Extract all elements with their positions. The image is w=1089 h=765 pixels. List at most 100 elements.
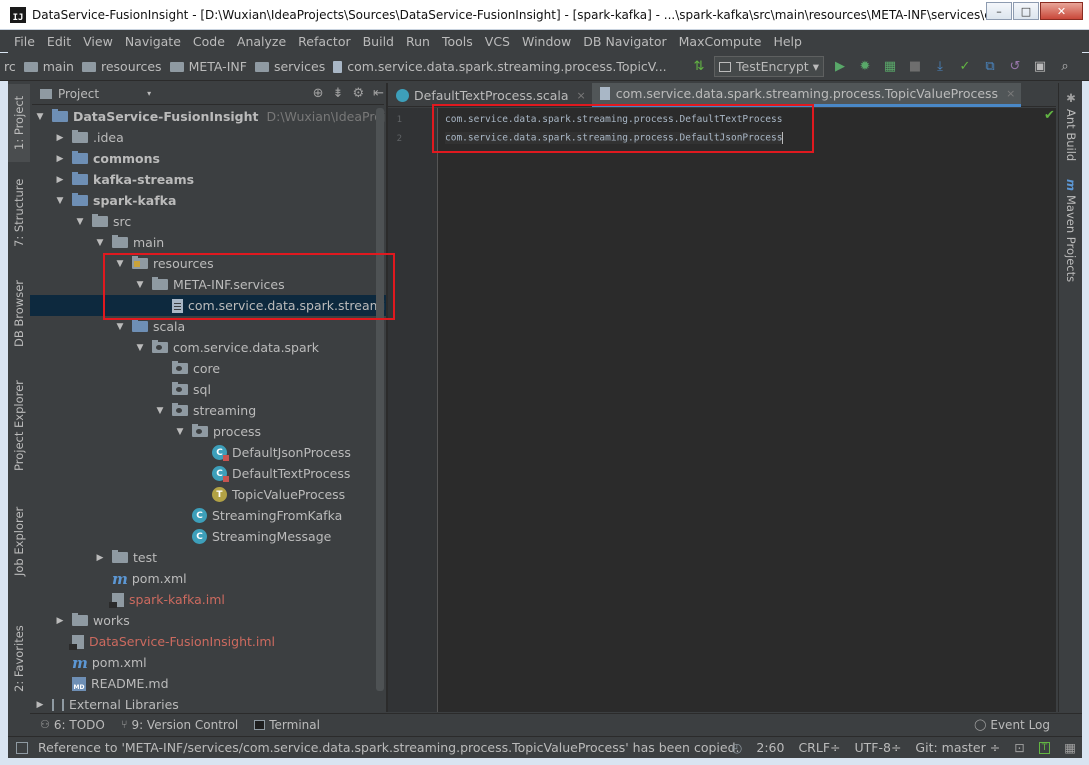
coverage-icon[interactable]: ▦ — [881, 58, 899, 76]
hide-panel-icon[interactable]: ⇤ — [373, 86, 384, 101]
tree-node[interactable]: ▼ com.service.data.spark — [30, 337, 319, 358]
notifications-icon[interactable]: ▦ — [1064, 740, 1076, 755]
memory-indicator-icon[interactable]: ◴ — [731, 740, 742, 755]
tree-node[interactable]: C DefaultTextProcess — [30, 463, 350, 484]
tree-node[interactable]: ▼ process — [30, 421, 261, 442]
run-icon[interactable]: ▶ — [831, 58, 849, 76]
chevron-down-icon[interactable]: ▾ — [147, 89, 151, 98]
tree-node[interactable]: MD README.md — [30, 673, 169, 694]
stop-icon[interactable]: ■ — [906, 58, 924, 76]
tree-node[interactable]: ▼ streaming — [30, 400, 256, 421]
menu-help[interactable]: Help — [767, 34, 808, 49]
tree-node[interactable]: ▶ External Libraries — [30, 694, 179, 712]
tree-node[interactable]: ▶ works — [30, 610, 130, 631]
menu-file[interactable]: File — [8, 34, 41, 49]
search-icon[interactable]: ⌕ — [1056, 58, 1074, 76]
tree-node[interactable]: ▶ .idea — [30, 127, 124, 148]
collapsed-arrow-icon[interactable]: ▶ — [94, 553, 106, 563]
tree-node[interactable]: C StreamingFromKafka — [30, 505, 342, 526]
collapsed-arrow-icon[interactable]: ▶ — [54, 133, 66, 143]
minimize-button[interactable]: – — [986, 2, 1012, 20]
tree-node[interactable]: m pom.xml — [30, 652, 147, 673]
expanded-arrow-icon[interactable]: ▼ — [154, 406, 166, 416]
tree-node[interactable]: m pom.xml — [30, 568, 187, 589]
tool-tab-project[interactable]: 1: Project — [8, 84, 30, 162]
tree-node[interactable]: DataService-FusionInsight.iml — [30, 631, 275, 652]
line-separator[interactable]: CRLF÷ — [798, 740, 840, 755]
sync-icon[interactable]: ⊕ — [313, 86, 324, 101]
menu-maxcompute[interactable]: MaxCompute — [673, 34, 768, 49]
tool-tab-version-control[interactable]: ⑂ 9: Version Control — [121, 718, 238, 732]
project-structure-icon[interactable]: ▣ — [1031, 58, 1049, 76]
tree-node[interactable]: ▶ commons — [30, 148, 160, 169]
tree-node[interactable]: ▶ test — [30, 547, 157, 568]
git-branch[interactable]: Git: master ÷ — [915, 740, 1000, 755]
expanded-arrow-icon[interactable]: ▼ — [34, 112, 46, 122]
expanded-arrow-icon[interactable]: ▼ — [174, 427, 186, 437]
tree-node[interactable]: ▶ kafka-streams — [30, 169, 194, 190]
breadcrumb-services[interactable]: services — [247, 59, 325, 74]
vcs-update-icon[interactable]: ⤓ — [931, 58, 949, 76]
menu-view[interactable]: View — [77, 34, 119, 49]
menu-code[interactable]: Code — [187, 34, 231, 49]
maximize-button[interactable]: □ — [1013, 2, 1039, 20]
collapsed-arrow-icon[interactable]: ▶ — [54, 154, 66, 164]
debug-icon[interactable]: ✹ — [856, 58, 874, 76]
menu-vcs[interactable]: VCS — [479, 34, 516, 49]
tool-tab-structure[interactable]: 7: Structure — [8, 174, 30, 252]
toggle-tool-windows-icon[interactable] — [16, 741, 28, 754]
revert-icon[interactable]: ↺ — [1006, 58, 1024, 76]
expanded-arrow-icon[interactable]: ▼ — [114, 322, 126, 332]
tool-tab-todo[interactable]: ⚇ 6: TODO — [40, 718, 105, 732]
menu-navigate[interactable]: Navigate — [119, 34, 187, 49]
project-tree-scrollbar[interactable] — [376, 108, 384, 691]
collapsed-arrow-icon[interactable]: ▶ — [54, 175, 66, 185]
vcs-compare-icon[interactable]: ⧉ — [981, 58, 999, 76]
breadcrumb-src[interactable]: rc — [4, 59, 16, 74]
file-encoding[interactable]: UTF-8÷ — [855, 740, 902, 755]
menu-build[interactable]: Build — [357, 34, 400, 49]
tree-node[interactable]: spark-kafka.iml — [30, 589, 225, 610]
menu-run[interactable]: Run — [400, 34, 436, 49]
menu-window[interactable]: Window — [516, 34, 577, 49]
tool-tab-favorites[interactable]: 2: Favorites — [8, 616, 30, 702]
tree-node[interactable]: core — [30, 358, 220, 379]
collapsed-arrow-icon[interactable]: ▶ — [54, 616, 66, 626]
gear-icon[interactable]: ⚙ — [352, 86, 364, 101]
collapsed-arrow-icon[interactable]: ▶ — [34, 700, 46, 710]
tree-node[interactable]: ▼ src — [30, 211, 131, 232]
code-editor[interactable]: 1 2 com.service.data.spark.streaming.pro… — [388, 108, 1056, 712]
run-configuration-select[interactable]: TestEncrypt ▾ — [714, 56, 824, 77]
tool-tab-ant-build[interactable]: ✱ Ant Build — [1059, 91, 1083, 171]
expanded-arrow-icon[interactable]: ▼ — [54, 196, 66, 206]
menu-analyze[interactable]: Analyze — [231, 34, 292, 49]
project-panel-title[interactable]: Project — [58, 87, 99, 101]
menu-edit[interactable]: Edit — [41, 34, 77, 49]
tree-node[interactable]: T TopicValueProcess — [30, 484, 345, 505]
close-tab-icon[interactable]: × — [577, 89, 586, 102]
tree-node[interactable]: sql — [30, 379, 211, 400]
vcs-commit-icon[interactable]: ✓ — [956, 58, 974, 76]
collapse-all-icon[interactable]: ⇟ — [333, 86, 344, 101]
tree-node[interactable]: C DefaultJsonProcess — [30, 442, 351, 463]
tool-tab-maven-projects[interactable]: m Maven Projects — [1059, 179, 1083, 289]
tool-tab-terminal[interactable]: Terminal — [254, 718, 320, 732]
caret-position[interactable]: 2:60 — [756, 740, 784, 755]
tool-tab-job-explorer[interactable]: Job Explorer — [8, 496, 30, 586]
tool-tab-event-log[interactable]: ◯ Event Log — [974, 718, 1050, 732]
expanded-arrow-icon[interactable]: ▼ — [134, 343, 146, 353]
git-branch-icon[interactable]: ⇅ — [690, 58, 708, 76]
breadcrumb-resources[interactable]: resources — [74, 59, 162, 74]
tool-tab-db-browser[interactable]: DB Browser — [8, 272, 30, 354]
menu-db-navigator[interactable]: DB Navigator — [577, 34, 672, 49]
lock-icon[interactable]: ⊡ — [1014, 740, 1024, 755]
breadcrumb-current-file[interactable]: com.service.data.spark.streaming.process… — [325, 59, 667, 74]
expanded-arrow-icon[interactable]: ▼ — [94, 238, 106, 248]
tree-node[interactable]: C StreamingMessage — [30, 526, 331, 547]
tree-node[interactable]: ▼ main — [30, 232, 164, 253]
breadcrumb-main[interactable]: main — [16, 59, 74, 74]
tool-tab-project-explorer[interactable]: Project Explorer — [8, 370, 30, 482]
tree-node[interactable]: ▼ DataService-FusionInsight D:\Wuxian\Idea… — [30, 106, 386, 127]
close-window-button[interactable]: ✕ — [1040, 2, 1083, 20]
expanded-arrow-icon[interactable]: ▼ — [74, 217, 86, 227]
